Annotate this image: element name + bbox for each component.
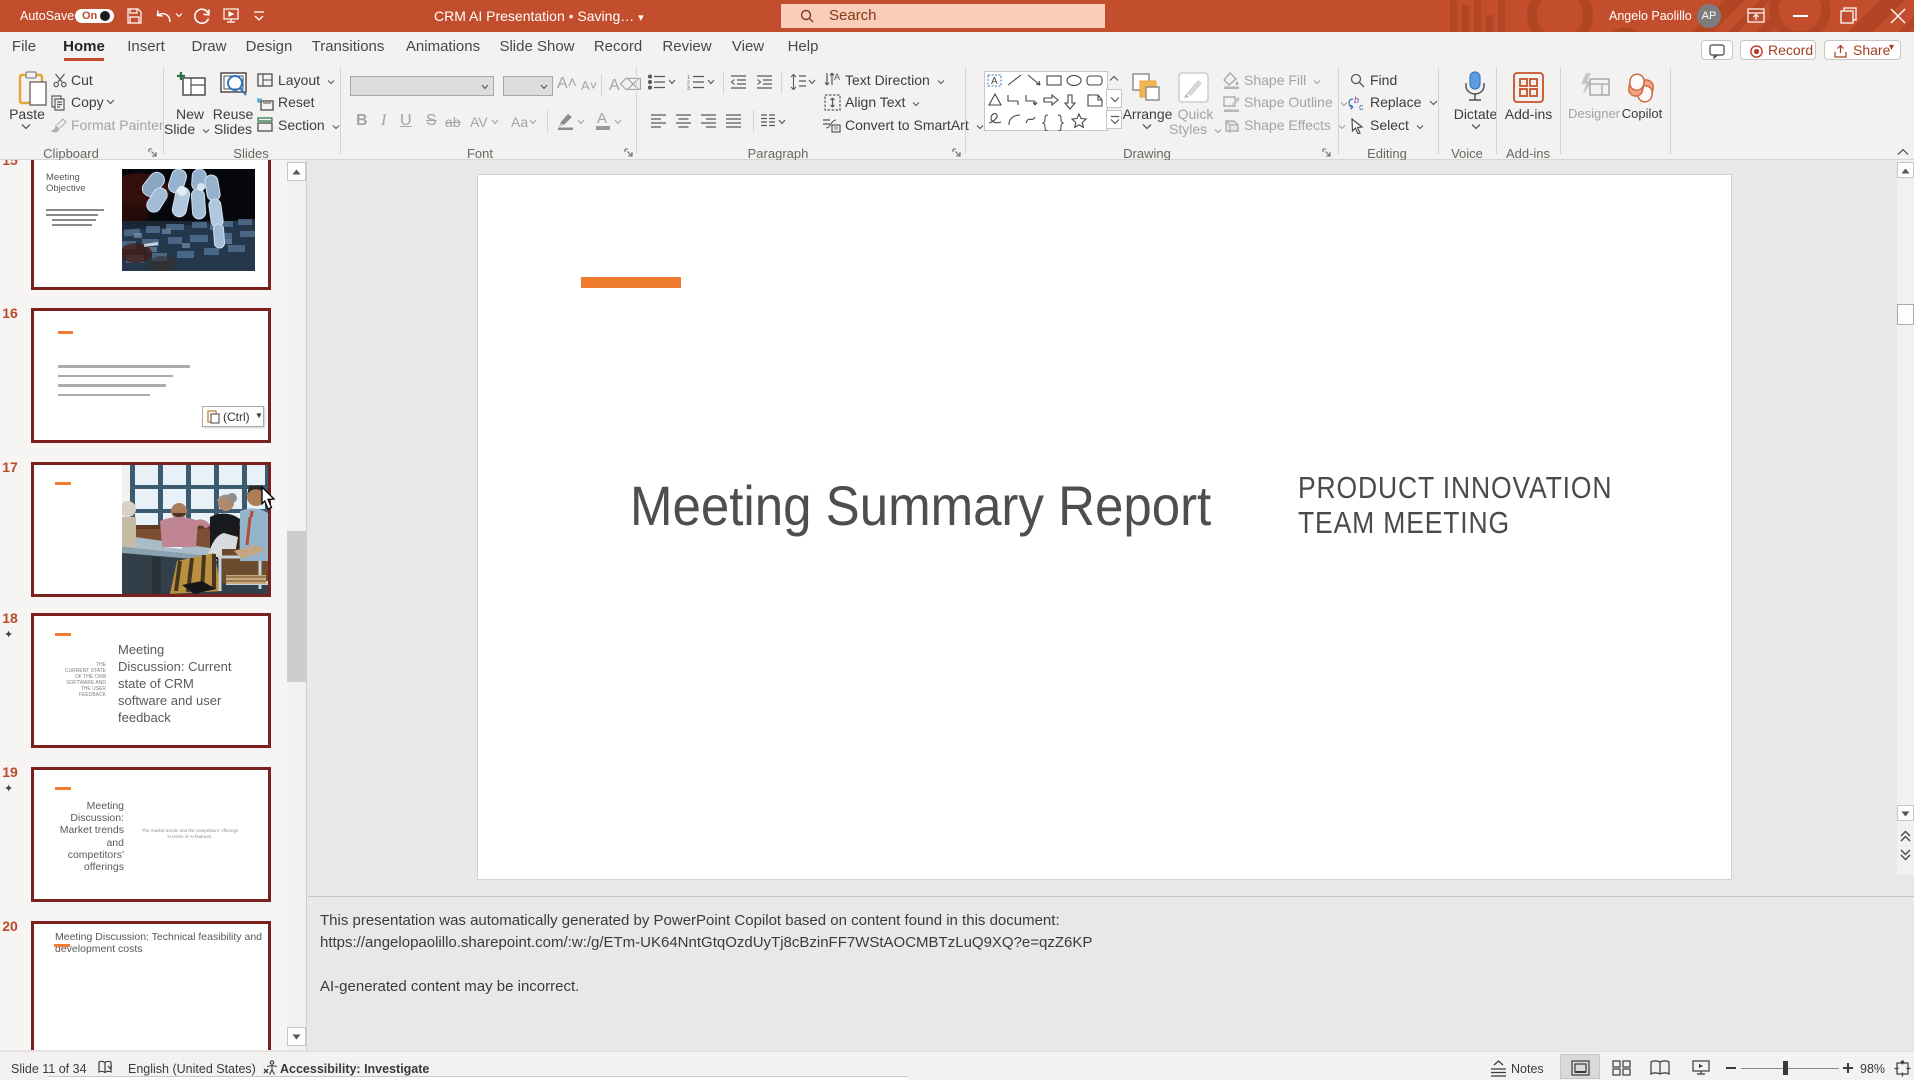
- svg-text:A: A: [834, 72, 840, 82]
- svg-text:c: c: [1359, 102, 1364, 112]
- svg-text:3: 3: [687, 86, 690, 90]
- svg-text:A: A: [991, 76, 998, 87]
